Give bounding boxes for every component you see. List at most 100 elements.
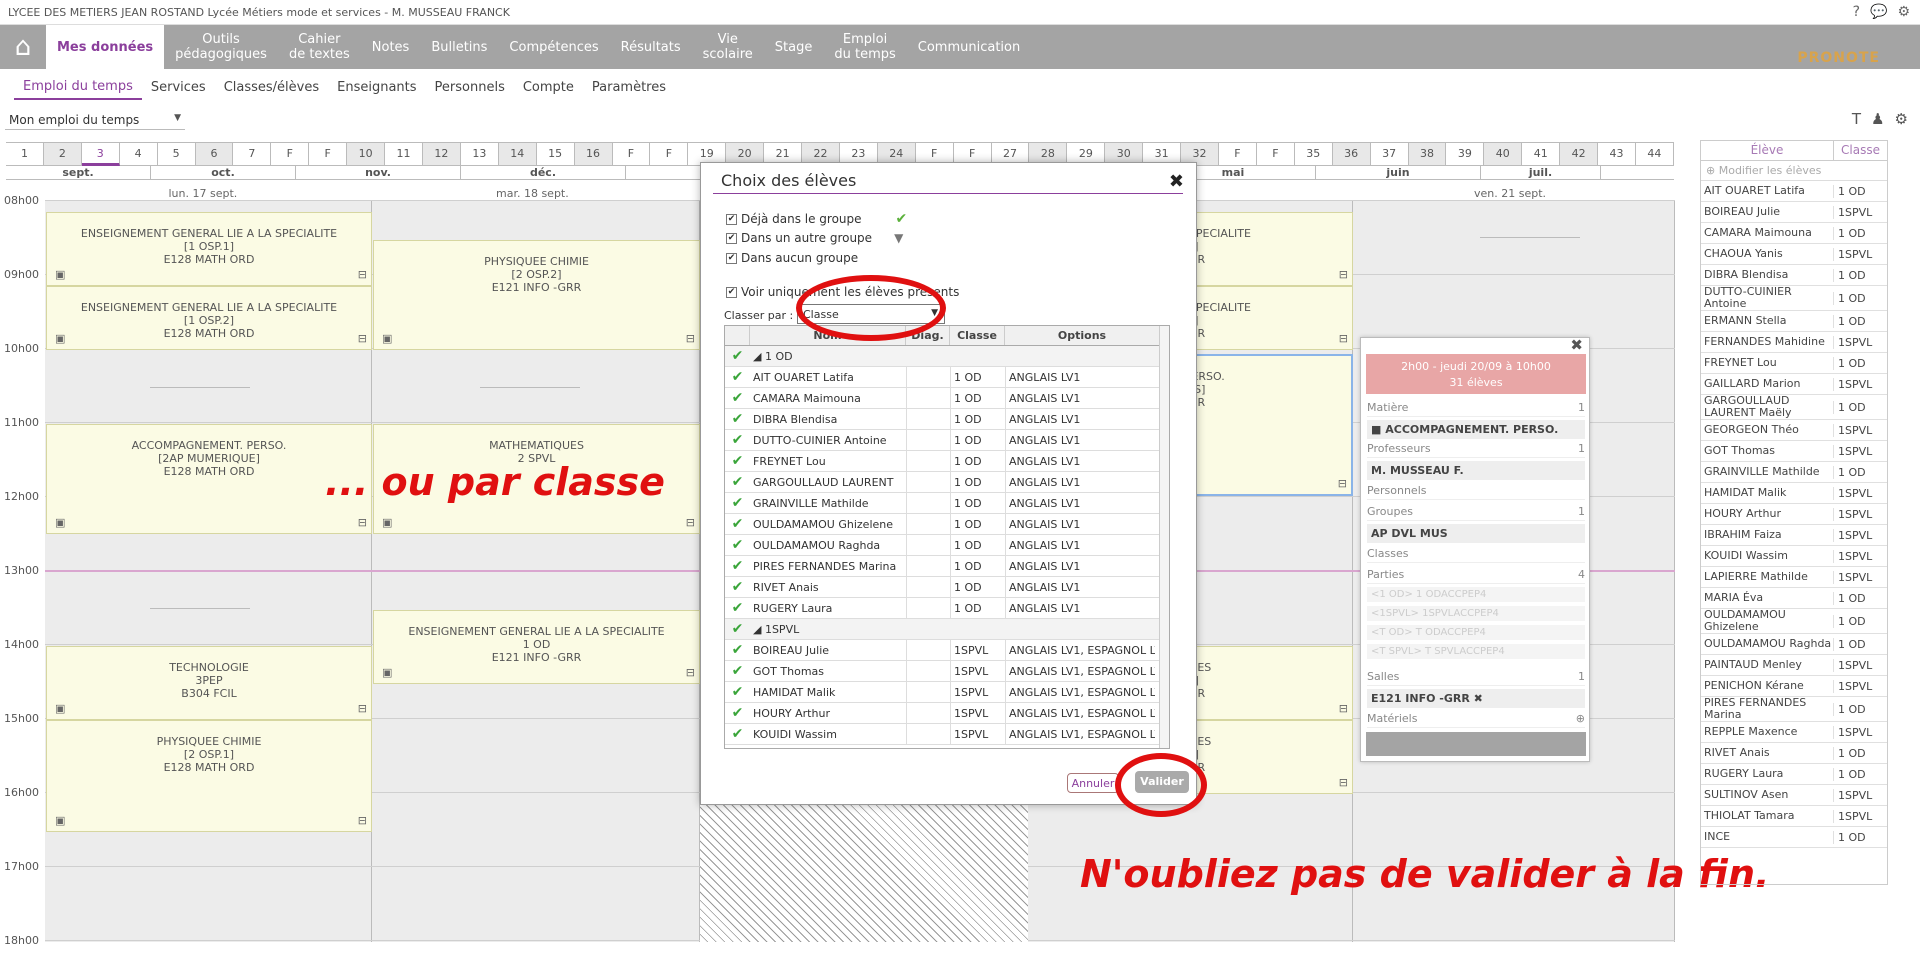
notebook-icon[interactable]: ▣ — [382, 666, 392, 679]
edit-icon[interactable]: ⊟ — [1339, 332, 1348, 345]
edit-icon[interactable]: ⊟ — [358, 814, 367, 827]
edit-icon[interactable]: ⊟ — [686, 332, 695, 345]
edit-icon[interactable]: ⊟ — [358, 702, 367, 715]
list-item[interactable]: PAINTAUD Menley 1SPVL — [1701, 655, 1887, 676]
table-row[interactable]: ✔ GARGOULLAUD LAURENT 1 OD ANGLAIS LV1 — [725, 472, 1169, 493]
checkmark-icon[interactable]: ✔ — [725, 621, 750, 637]
text-tool-icon[interactable]: T — [1852, 110, 1861, 128]
nav-item-10[interactable]: Communication — [907, 25, 1031, 69]
week-cell[interactable]: 40 — [1484, 142, 1523, 166]
course-block[interactable]: PHYSIQUEE CHIMIE [2 OSP.1] E128 MATH ORD ▣ ⊟ — [46, 720, 372, 832]
add-icon[interactable]: ⊕ — [1576, 712, 1585, 725]
checkmark-icon[interactable]: ✔ — [725, 432, 750, 448]
list-item[interactable]: BOIREAU Julie 1SPVL — [1701, 202, 1887, 223]
table-row[interactable]: ✔ HAMIDAT Malik 1SPVL ANGLAIS LV1, ESPAGNOL… — [725, 682, 1169, 703]
table-row[interactable]: ✔ AIT OUARET Latifa 1 OD ANGLAIS LV1 — [725, 367, 1169, 388]
table-row[interactable]: ✔ OULDAMAMOU Ghizelene 1 OD ANGLAIS LV1 — [725, 514, 1169, 535]
week-cell[interactable]: 14 — [498, 142, 537, 166]
list-item[interactable]: DUTTO-CUINIER Antoine 1 OD — [1701, 286, 1887, 311]
week-cell[interactable]: F — [309, 142, 348, 166]
close-icon[interactable]: ✖ — [1570, 336, 1583, 354]
table-row[interactable]: ✔ DIBRA Blendisa 1 OD ANGLAIS LV1 — [725, 409, 1169, 430]
chk-other-group[interactable]: ✔ Dans un autre groupe ▼ — [726, 231, 903, 245]
list-item[interactable]: GRAINVILLE Mathilde 1 OD — [1701, 462, 1887, 483]
checkbox[interactable]: ✔ — [726, 232, 737, 244]
list-item[interactable]: GEORGEON Théo 1SPVL — [1701, 420, 1887, 441]
col-classe[interactable]: Classe — [950, 326, 1005, 345]
checkmark-icon[interactable]: ✔ — [725, 411, 750, 427]
table-row[interactable]: ✔ ◢ 1SPVL — [725, 619, 1169, 640]
edit-icon[interactable]: ⊟ — [1339, 268, 1348, 281]
list-item[interactable]: RIVET Anais 1 OD — [1701, 743, 1887, 764]
week-cell[interactable]: 39 — [1446, 142, 1485, 166]
nav-item-9[interactable]: Emploi du temps — [823, 25, 906, 69]
checkmark-icon[interactable]: ✔ — [725, 642, 750, 658]
week-cell[interactable]: 4 — [119, 142, 158, 166]
checkbox[interactable]: ✔ — [726, 252, 737, 264]
nav-item-0[interactable]: Mes données — [46, 25, 165, 69]
checkmark-icon[interactable]: ✔ — [725, 516, 750, 532]
home-icon[interactable]: ⌂ — [0, 25, 46, 69]
week-cell[interactable]: 5 — [157, 142, 196, 166]
table-row[interactable]: ✔ ◢ 1 OD — [725, 346, 1169, 367]
checkmark-icon[interactable]: ✔ — [725, 663, 750, 679]
edit-icon[interactable]: ⊟ — [686, 666, 695, 679]
list-item[interactable]: SULTINOV Asen 1SPVL — [1701, 785, 1887, 806]
settings-icon[interactable]: ⚙ — [1895, 110, 1908, 128]
week-cell[interactable]: 2 — [43, 142, 82, 166]
week-cell[interactable]: 42 — [1560, 142, 1599, 166]
edit-icon[interactable]: ⊟ — [1339, 702, 1348, 715]
notebook-icon[interactable]: ▣ — [55, 516, 65, 529]
list-item[interactable]: GOT Thomas 1SPVL — [1701, 441, 1887, 462]
nav-item-7[interactable]: Vie scolaire — [692, 25, 764, 69]
salle-value[interactable]: E121 INFO -GRR ✖ — [1367, 689, 1585, 708]
week-cell[interactable]: F — [1219, 142, 1257, 166]
list-item[interactable]: PENICHON Kérane 1SPVL — [1701, 676, 1887, 697]
list-item[interactable]: GARGOULLAUD LAURENT Maëly 1 OD — [1701, 395, 1887, 420]
week-cell[interactable]: 3 — [81, 142, 120, 166]
checkmark-icon[interactable]: ✔ — [725, 453, 750, 469]
course-block[interactable]: ENSEIGNEMENT GENERAL LIE A LA SPECIALITE… — [46, 212, 372, 286]
checkmark-icon[interactable]: ✔ — [725, 558, 750, 574]
list-item[interactable]: MARIA Éva 1 OD — [1701, 588, 1887, 609]
cancel-button[interactable]: Annuler — [1067, 773, 1119, 793]
table-row[interactable]: ✔ HOURY Arthur 1SPVL ANGLAIS LV1, ESPAGNOL … — [725, 703, 1169, 724]
subnav-item-0[interactable]: Emploi du temps — [14, 75, 142, 100]
list-item[interactable]: HAMIDAT Malik 1SPVL — [1701, 483, 1887, 504]
table-row[interactable]: ✔ RUGERY Laura 1 OD ANGLAIS LV1 — [725, 598, 1169, 619]
table-row[interactable]: ✔ GOT Thomas 1SPVL ANGLAIS LV1, ESPAGNOL LV… — [725, 661, 1169, 682]
checkmark-icon[interactable]: ✔ — [725, 390, 750, 406]
list-item[interactable]: AIT OUARET Latifa 1 OD — [1701, 181, 1887, 202]
checkmark-icon[interactable]: ✔ — [725, 600, 750, 616]
list-item[interactable]: REPPLE Maxence 1SPVL — [1701, 722, 1887, 743]
checkmark-icon[interactable]: ✔ — [725, 474, 750, 490]
list-item[interactable]: CAMARA Maimouna 1 OD — [1701, 223, 1887, 244]
list-item[interactable]: ERMANN Stella 1 OD — [1701, 311, 1887, 332]
edit-icon[interactable]: ⊟ — [358, 516, 367, 529]
nav-item-6[interactable]: Résultats — [610, 25, 692, 69]
subnav-item-3[interactable]: Enseignants — [328, 76, 425, 99]
week-cell[interactable]: 7 — [233, 142, 272, 166]
checkmark-icon[interactable]: ✔ — [725, 348, 750, 364]
table-row[interactable]: ✔ DUTTO-CUINIER Antoine 1 OD ANGLAIS LV1 — [725, 430, 1169, 451]
table-row[interactable]: ✔ FREYNET Lou 1 OD ANGLAIS LV1 — [725, 451, 1169, 472]
notebook-icon[interactable]: ▣ — [55, 814, 65, 827]
list-item[interactable]: PIRES FERNANDES Marina 1 OD — [1701, 697, 1887, 722]
edit-icon[interactable]: ⊟ — [358, 332, 367, 345]
empty-slot[interactable] — [150, 608, 250, 609]
col-eleve[interactable]: Élève — [1701, 141, 1833, 160]
subnav-item-4[interactable]: Personnels — [426, 76, 514, 99]
list-item[interactable]: KOUIDI Wassim 1SPVL — [1701, 546, 1887, 567]
list-item[interactable]: HOURY Arthur 1SPVL — [1701, 504, 1887, 525]
week-cell[interactable]: 6 — [195, 142, 234, 166]
empty-slot[interactable] — [1480, 237, 1580, 238]
notebook-icon[interactable]: ▣ — [55, 702, 65, 715]
modify-students-link[interactable]: ⊕ Modifier les élèves — [1701, 161, 1887, 181]
list-item[interactable]: IBRAHIM Faiza 1SPVL — [1701, 525, 1887, 546]
checkmark-icon[interactable]: ✔ — [725, 684, 750, 700]
nav-item-4[interactable]: Bulletins — [420, 25, 498, 69]
subnav-item-6[interactable]: Paramètres — [583, 76, 675, 99]
week-cell[interactable]: F — [612, 142, 651, 166]
col-classe[interactable]: Classe — [1833, 141, 1887, 160]
nav-item-2[interactable]: Cahier de textes — [278, 25, 361, 69]
